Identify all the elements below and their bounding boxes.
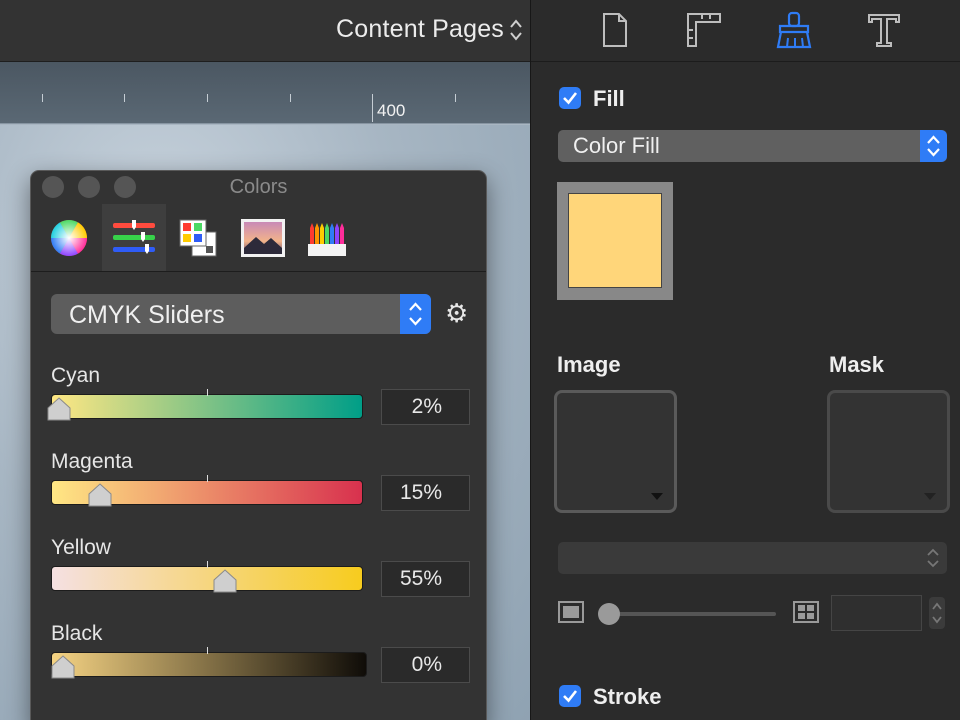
stretch-image-icon[interactable] <box>558 601 584 623</box>
color-wheel-icon <box>50 219 87 256</box>
color-palettes-icon <box>179 219 217 256</box>
slider-value-magenta[interactable]: 15% <box>381 475 470 511</box>
slider-label-cyan: Cyan <box>51 364 101 387</box>
pencils-icon <box>308 222 346 256</box>
ruler-tick <box>290 94 291 102</box>
slider-center-mark <box>207 475 208 482</box>
color-palettes-button[interactable] <box>167 204 231 271</box>
slider-track-yellow[interactable] <box>51 566 363 591</box>
panel-title: Colors <box>229 176 288 198</box>
document-toolbar: Content Pages <box>0 0 530 62</box>
slider-label-yellow: Yellow <box>51 536 111 559</box>
stroke-checkbox[interactable] <box>559 685 581 707</box>
slider-value-black[interactable]: 0% <box>381 647 470 683</box>
inspector-tab-bar <box>531 0 960 62</box>
blend-mode-select[interactable] <box>558 542 947 574</box>
image-palettes-icon <box>241 218 285 257</box>
checkmark-icon <box>563 690 578 703</box>
mask-well[interactable] <box>827 390 950 513</box>
fill-checkbox[interactable] <box>559 87 581 109</box>
ruler-tick <box>207 94 208 102</box>
colors-panel: Colors CMYK Sliders ⚙ Cyan 2% Magenta 15… <box>30 170 487 720</box>
tile-image-icon[interactable] <box>793 601 819 623</box>
chevron-updown-icon <box>409 302 422 326</box>
slider-label-black: Black <box>51 622 103 645</box>
slider-thumb-magenta[interactable] <box>88 483 112 507</box>
slider-center-mark <box>207 561 208 568</box>
chevron-updown-icon <box>932 602 942 624</box>
slider-value-cyan[interactable]: 2% <box>381 389 470 425</box>
fill-color-well[interactable] <box>557 182 673 300</box>
style-inspector: Fill Color Fill Image Mask Stroke <box>530 0 960 720</box>
slider-thumb-cyan[interactable] <box>47 397 71 421</box>
dropdown-arrow-icon <box>924 493 936 500</box>
color-sliders-button[interactable] <box>102 204 166 271</box>
slider-thumb-yellow[interactable] <box>213 569 237 593</box>
image-scale-field[interactable] <box>831 595 922 631</box>
pencils-button[interactable] <box>295 204 359 271</box>
fill-color-swatch <box>568 193 662 288</box>
color-model-label: CMYK Sliders <box>69 301 225 329</box>
stroke-label: Stroke <box>593 684 662 709</box>
page-selector-label[interactable]: Content Pages <box>336 15 504 44</box>
image-scale-slider-track[interactable] <box>601 612 776 616</box>
ruler-tick <box>124 94 125 102</box>
slider-center-mark <box>207 389 208 396</box>
mask-label: Mask <box>829 352 885 377</box>
horizontal-ruler <box>0 62 530 124</box>
select-stepper <box>920 130 947 162</box>
ruler-tick <box>372 94 373 122</box>
slider-label-magenta: Magenta <box>51 450 133 473</box>
slider-track-cyan[interactable] <box>51 394 363 419</box>
color-sliders-icon <box>113 219 155 254</box>
image-palettes-button[interactable] <box>231 204 295 271</box>
style-brush-icon[interactable] <box>774 10 814 50</box>
fill-type-select[interactable]: Color Fill <box>558 130 947 162</box>
canvas-area: Content Pages 400 Colors CMYK Sliders ⚙ … <box>0 0 530 720</box>
document-icon[interactable] <box>595 10 635 50</box>
chevron-updown-icon <box>927 548 939 568</box>
image-well[interactable] <box>554 390 677 513</box>
slider-track-black[interactable] <box>51 652 367 677</box>
image-scale-slider-thumb[interactable] <box>598 603 620 625</box>
slider-center-mark <box>207 647 208 654</box>
ruler-icon[interactable] <box>684 10 724 50</box>
ruler-label: 400 <box>377 101 406 120</box>
slider-value-yellow[interactable]: 55% <box>381 561 470 597</box>
image-scale-stepper[interactable] <box>929 597 945 629</box>
color-wheel-button[interactable] <box>37 204 101 271</box>
text-icon[interactable] <box>864 10 904 50</box>
fill-type-label: Color Fill <box>573 133 660 158</box>
color-model-select[interactable]: CMYK Sliders <box>51 294 431 334</box>
select-stepper <box>400 294 431 334</box>
checkmark-icon <box>563 92 578 105</box>
image-label: Image <box>557 352 621 377</box>
color-mode-toolbar <box>31 204 486 272</box>
fill-label: Fill <box>593 86 625 111</box>
ruler-tick <box>455 94 456 102</box>
gear-icon[interactable]: ⚙ <box>445 300 471 326</box>
ruler-tick <box>42 94 43 102</box>
dropdown-arrow-icon <box>651 493 663 500</box>
chevron-updown-icon[interactable] <box>509 17 523 43</box>
chevron-updown-icon <box>927 135 940 157</box>
slider-thumb-black[interactable] <box>51 655 75 679</box>
